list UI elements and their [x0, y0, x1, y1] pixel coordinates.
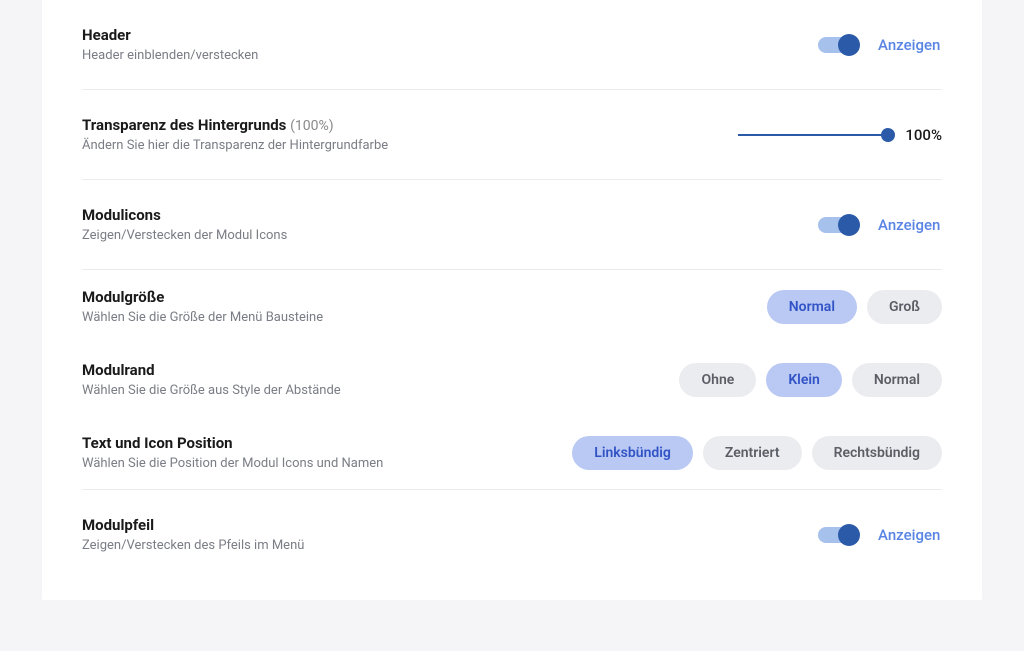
slider-knob [881, 128, 895, 142]
modulicons-subtitle: Zeigen/Verstecken der Modul Icons [82, 228, 287, 243]
modulrand-title: Modulrand [82, 361, 341, 379]
transparency-title-suffix: (100%) [290, 118, 334, 134]
modulpfeil-toggle-label: Anzeigen [878, 526, 942, 544]
modulrand-option-normal[interactable]: Normal [852, 363, 942, 397]
transparency-slider-wrap: 100% [738, 125, 942, 145]
modulrand-pills: Ohne Klein Normal [679, 363, 942, 397]
modulrand-option-klein[interactable]: Klein [766, 363, 842, 397]
header-title: Header [82, 26, 258, 44]
modulsize-option-gross[interactable]: Groß [867, 290, 942, 324]
modulicons-left: Modulicons Zeigen/Verstecken der Modul I… [82, 206, 287, 243]
row-header-left: Header Header einblenden/verstecken [82, 26, 258, 63]
toggle-knob [838, 214, 860, 236]
row-textpos: Text und Icon Position Wählen Sie die Po… [82, 416, 942, 490]
modulpfeil-toggle[interactable] [818, 527, 856, 543]
row-transparency: Transparenz des Hintergrunds (100%) Ände… [82, 90, 942, 180]
modulpfeil-subtitle: Zeigen/Verstecken des Pfeils im Menü [82, 538, 304, 553]
row-modulsize: Modulgröße Wählen Sie die Größe der Menü… [82, 270, 942, 343]
transparency-subtitle: Ändern Sie hier die Transparenz der Hint… [82, 138, 388, 153]
modulsize-option-normal[interactable]: Normal [767, 290, 857, 324]
header-toggle-label: Anzeigen [878, 36, 942, 54]
modulpfeil-title: Modulpfeil [82, 516, 304, 534]
transparency-title-text: Transparenz des Hintergrunds [82, 116, 286, 134]
textpos-left: Text und Icon Position Wählen Sie die Po… [82, 434, 383, 471]
modulrand-option-ohne[interactable]: Ohne [679, 363, 756, 397]
header-toggle[interactable] [818, 37, 856, 53]
modulicons-title: Modulicons [82, 206, 287, 224]
settings-panel: Header Header einblenden/verstecken Anze… [42, 0, 982, 600]
textpos-title: Text und Icon Position [82, 434, 383, 452]
transparency-left: Transparenz des Hintergrunds (100%) Ände… [82, 116, 388, 153]
modulrand-left: Modulrand Wählen Sie die Größe aus Style… [82, 361, 341, 398]
slider-track [738, 134, 888, 136]
textpos-pills: Linksbündig Zentriert Rechtsbündig [572, 436, 942, 470]
transparency-value: 100% [900, 126, 942, 144]
toggle-knob [838, 524, 860, 546]
transparency-title: Transparenz des Hintergrunds (100%) [82, 116, 388, 134]
row-modulrand: Modulrand Wählen Sie die Größe aus Style… [82, 343, 942, 416]
modulsize-title: Modulgröße [82, 288, 323, 306]
transparency-slider[interactable] [738, 125, 888, 145]
textpos-option-zentriert[interactable]: Zentriert [703, 436, 802, 470]
header-toggle-wrap: Anzeigen [818, 36, 942, 54]
modulicons-toggle-wrap: Anzeigen [818, 216, 942, 234]
modulrand-subtitle: Wählen Sie die Größe aus Style der Abstä… [82, 383, 341, 398]
row-header: Header Header einblenden/verstecken Anze… [82, 0, 942, 90]
row-modulicons: Modulicons Zeigen/Verstecken der Modul I… [82, 180, 942, 270]
modulsize-subtitle: Wählen Sie die Größe der Menü Bausteine [82, 310, 323, 325]
row-modulpfeil: Modulpfeil Zeigen/Verstecken des Pfeils … [82, 490, 942, 579]
toggle-knob [838, 34, 860, 56]
textpos-subtitle: Wählen Sie die Position der Modul Icons … [82, 456, 383, 471]
modulicons-toggle-label: Anzeigen [878, 216, 942, 234]
modulsize-pills: Normal Groß [767, 290, 942, 324]
modulsize-left: Modulgröße Wählen Sie die Größe der Menü… [82, 288, 323, 325]
modulpfeil-left: Modulpfeil Zeigen/Verstecken des Pfeils … [82, 516, 304, 553]
textpos-option-links[interactable]: Linksbündig [572, 436, 693, 470]
textpos-option-rechts[interactable]: Rechtsbündig [812, 436, 942, 470]
header-subtitle: Header einblenden/verstecken [82, 48, 258, 63]
modulicons-toggle[interactable] [818, 217, 856, 233]
modulpfeil-toggle-wrap: Anzeigen [818, 526, 942, 544]
